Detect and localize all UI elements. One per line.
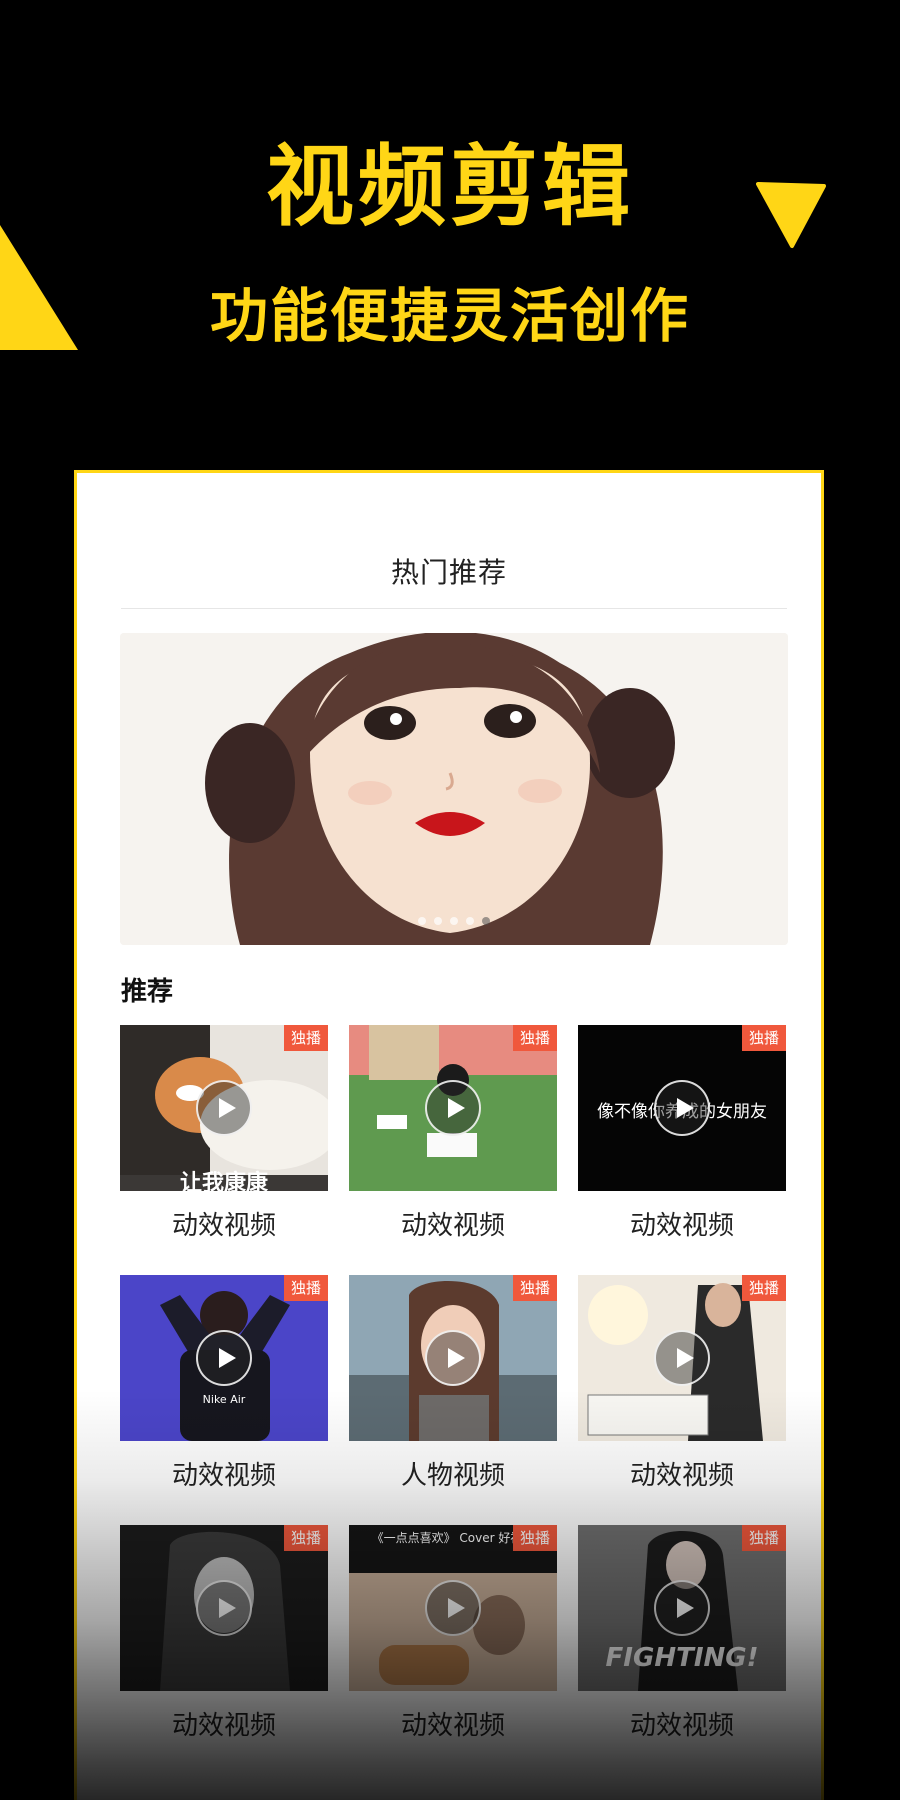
play-icon[interactable]: [654, 1330, 710, 1386]
video-card[interactable]: FIGHTING! 独播 动效视频: [578, 1525, 786, 1745]
banner-dot[interactable]: [434, 917, 442, 925]
video-card[interactable]: 像不像你养成的女朋友 独播 动效视频: [578, 1025, 786, 1245]
video-card[interactable]: 《一点点喜欢》 Cover 好福如 独播 动效视频: [349, 1525, 557, 1745]
exclusive-badge: 独播: [513, 1275, 557, 1301]
banner-pagination[interactable]: [120, 910, 788, 929]
video-label: 动效视频: [171, 1461, 276, 1491]
play-icon[interactable]: [654, 1580, 710, 1636]
exclusive-badge: 独播: [742, 1525, 786, 1551]
decorative-triangle-left: [0, 225, 78, 350]
video-card[interactable]: 独播 动效视频: [349, 1025, 557, 1245]
thumbnail-caption: Nike Air: [202, 1393, 246, 1406]
banner-dot[interactable]: [450, 917, 458, 925]
play-icon[interactable]: [196, 1080, 252, 1136]
banner-dot[interactable]: [418, 917, 426, 925]
exclusive-badge: 独播: [513, 1525, 557, 1551]
banner-dot[interactable]: [466, 917, 474, 925]
decorative-triangle-right: [756, 182, 826, 248]
video-label: 人物视频: [400, 1461, 505, 1491]
video-label: 动效视频: [400, 1211, 505, 1241]
play-icon[interactable]: [654, 1080, 710, 1136]
video-thumbnail[interactable]: 《一点点喜欢》 Cover 好福如 独播: [349, 1525, 557, 1691]
video-thumbnail[interactable]: 独播: [349, 1025, 557, 1191]
video-label: 动效视频: [171, 1211, 276, 1241]
promo-subheadline: 功能便捷灵活创作: [209, 282, 690, 350]
video-thumbnail[interactable]: 独播: [120, 1525, 328, 1691]
video-thumbnail[interactable]: 像不像你养成的女朋友 独播: [578, 1025, 786, 1191]
video-label: 动效视频: [400, 1711, 505, 1741]
video-thumbnail[interactable]: 独播: [578, 1275, 786, 1441]
video-label: 动效视频: [171, 1711, 276, 1741]
exclusive-badge: 独播: [513, 1025, 557, 1051]
exclusive-badge: 独播: [284, 1275, 328, 1301]
video-thumbnail[interactable]: FIGHTING! 独播: [578, 1525, 786, 1691]
banner-illustration: [120, 633, 788, 945]
video-thumbnail[interactable]: 让我康康 独播: [120, 1025, 328, 1191]
video-card[interactable]: Nike Air 独播 动效视频: [120, 1275, 328, 1495]
video-label: 动效视频: [629, 1461, 734, 1491]
play-icon[interactable]: [196, 1330, 252, 1386]
play-icon[interactable]: [196, 1580, 252, 1636]
video-thumbnail[interactable]: Nike Air 独播: [120, 1275, 328, 1441]
video-label: 动效视频: [629, 1211, 734, 1241]
video-card[interactable]: 让我康康 独播 动效视频: [120, 1025, 328, 1245]
video-card[interactable]: 独播 人物视频: [349, 1275, 557, 1495]
play-icon[interactable]: [425, 1330, 481, 1386]
phone-screen: 热门推荐 推荐 让我康康 独播 动效视频 独播 动效视频 像不像你养成的女朋友 …: [74, 470, 824, 1800]
video-card[interactable]: 独播 动效视频: [120, 1525, 328, 1745]
exclusive-badge: 独播: [742, 1275, 786, 1301]
video-thumbnail[interactable]: 独播: [349, 1275, 557, 1441]
title-divider: [121, 608, 787, 609]
section-title-recommended: 推荐: [121, 977, 174, 1007]
play-icon[interactable]: [425, 1580, 481, 1636]
video-card[interactable]: 独播 动效视频: [578, 1275, 786, 1495]
video-label: 动效视频: [629, 1711, 734, 1741]
play-icon[interactable]: [425, 1080, 481, 1136]
page-title: 热门推荐: [390, 556, 507, 589]
hero-banner[interactable]: [120, 633, 788, 945]
banner-dot-active[interactable]: [482, 917, 490, 925]
thumbnail-caption: 让我康康: [179, 1171, 268, 1191]
exclusive-badge: 独播: [284, 1025, 328, 1051]
thumbnail-caption: FIGHTING!: [605, 1643, 759, 1673]
exclusive-badge: 独播: [742, 1025, 786, 1051]
exclusive-badge: 独播: [284, 1525, 328, 1551]
